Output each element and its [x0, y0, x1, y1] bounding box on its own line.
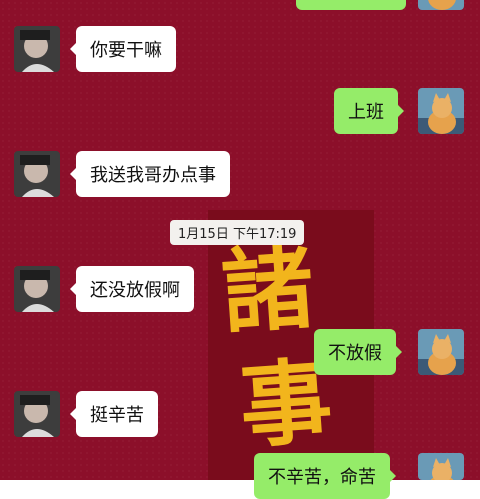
cat-avatar-icon: [418, 453, 464, 480]
person-avatar-icon: [14, 391, 60, 437]
contact-avatar[interactable]: [14, 266, 60, 312]
person-avatar-icon: [14, 266, 60, 312]
self-avatar-partial[interactable]: [418, 0, 464, 10]
self-avatar[interactable]: [418, 453, 464, 480]
message-bubble[interactable]: 你要干嘛: [70, 26, 176, 72]
message-bubble[interactable]: 还没放假啊: [70, 266, 194, 312]
contact-avatar[interactable]: [14, 151, 60, 197]
person-avatar-icon: [14, 151, 60, 197]
self-avatar[interactable]: [418, 88, 464, 134]
message-bubble[interactable]: 上班: [334, 88, 404, 134]
message-timestamp: 1月15日 下午17:19: [170, 220, 305, 245]
cat-avatar-icon: [418, 88, 464, 134]
contact-avatar[interactable]: [14, 391, 60, 437]
person-avatar-icon: [14, 26, 60, 72]
message-bubble[interactable]: 我送我哥办点事: [70, 151, 230, 197]
message-bubble[interactable]: 不辛苦，命苦: [254, 453, 396, 499]
cat-avatar-icon: [418, 329, 464, 375]
cat-avatar-icon: [418, 0, 464, 10]
message-bubble[interactable]: 不放假: [314, 329, 402, 375]
message-bubble-partial[interactable]: [296, 0, 406, 10]
contact-avatar[interactable]: [14, 26, 60, 72]
self-avatar[interactable]: [418, 329, 464, 375]
message-bubble[interactable]: 挺辛苦: [70, 391, 158, 437]
wallpaper-glyph-1: 諸: [218, 232, 318, 348]
